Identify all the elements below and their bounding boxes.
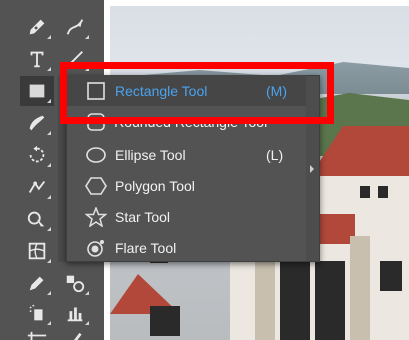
ellipse-icon bbox=[81, 144, 111, 166]
pen-tool-icon[interactable] bbox=[20, 12, 54, 42]
star-icon bbox=[81, 206, 111, 228]
menu-item-label: Ellipse Tool bbox=[115, 146, 186, 163]
window bbox=[315, 261, 345, 340]
menu-item-label: Flare Tool bbox=[115, 239, 177, 256]
column-graph-tool-icon[interactable] bbox=[58, 298, 92, 328]
artboard-tool-icon[interactable] bbox=[20, 326, 54, 340]
blend-tool-icon[interactable] bbox=[58, 268, 92, 298]
window bbox=[280, 261, 310, 340]
type-tool-icon[interactable] bbox=[20, 44, 54, 74]
annotation-highlight-box bbox=[60, 62, 334, 124]
menu-item-flare-tool[interactable]: Flare Tool bbox=[67, 232, 306, 263]
menu-item-label: Polygon Tool bbox=[115, 177, 195, 194]
shape-builder-tool-icon[interactable] bbox=[20, 204, 54, 234]
menu-item-polygon-tool[interactable]: Polygon Tool bbox=[67, 170, 306, 201]
curvature-tool-icon[interactable] bbox=[58, 12, 92, 42]
chevron-right-icon bbox=[310, 165, 314, 173]
slice-tool-icon[interactable] bbox=[58, 326, 92, 340]
rotate-tool-icon[interactable] bbox=[20, 140, 54, 170]
puppet-warp-tool-icon[interactable] bbox=[20, 172, 54, 202]
window bbox=[360, 186, 370, 198]
menu-item-star-tool[interactable]: Star Tool bbox=[67, 201, 306, 232]
pillar bbox=[350, 236, 370, 340]
flare-icon bbox=[81, 237, 111, 259]
rectangle-tool-icon[interactable] bbox=[20, 76, 54, 106]
menu-item-label: Star Tool bbox=[115, 208, 170, 225]
window bbox=[150, 306, 180, 336]
polygon-icon bbox=[81, 175, 111, 197]
menu-item-shortcut: (L) bbox=[266, 146, 284, 163]
symbol-sprayer-tool-icon[interactable] bbox=[20, 298, 54, 328]
eyedropper-tool-icon[interactable] bbox=[20, 268, 54, 298]
menu-item-ellipse-tool[interactable]: Ellipse Tool (L) bbox=[67, 139, 306, 170]
window bbox=[380, 261, 402, 291]
mesh-tool-icon[interactable] bbox=[20, 236, 54, 266]
shaper-tool-icon[interactable] bbox=[20, 108, 54, 138]
window bbox=[378, 186, 388, 198]
